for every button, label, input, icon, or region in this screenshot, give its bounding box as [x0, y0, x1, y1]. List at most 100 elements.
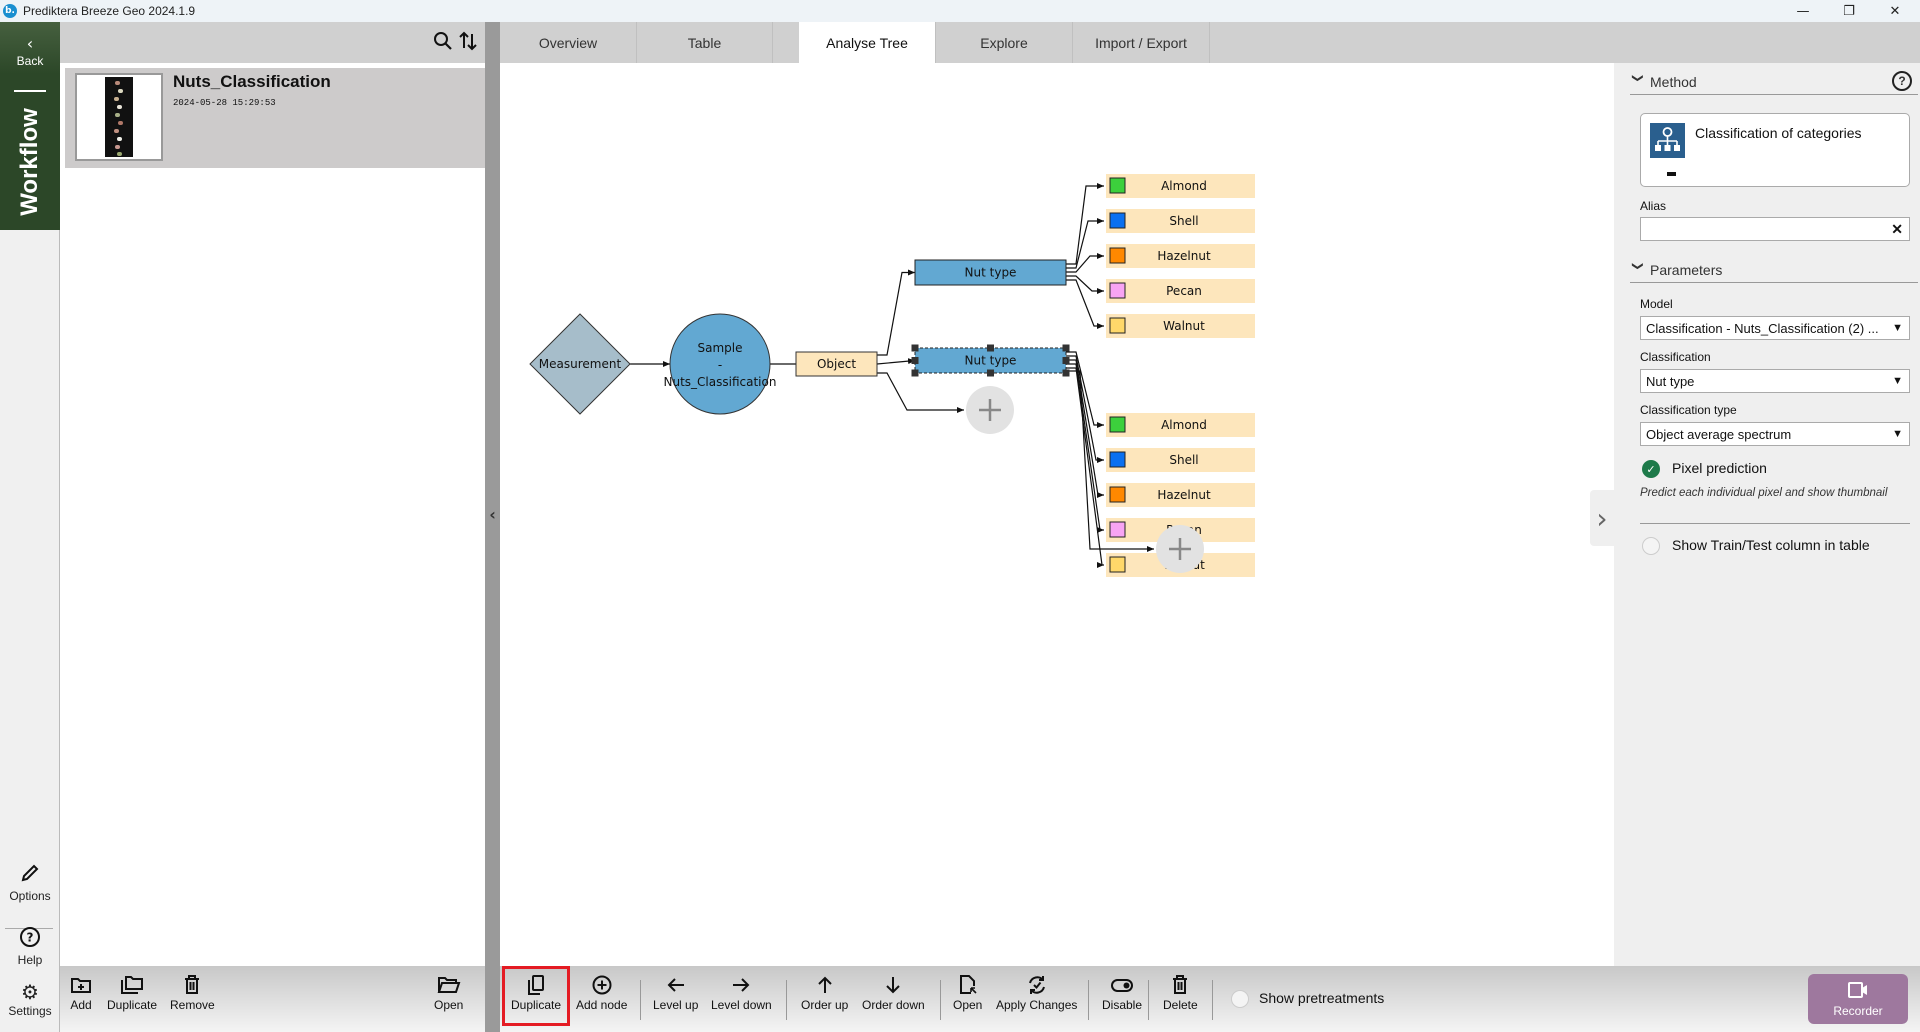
- parameters-section-header[interactable]: ❯ Parameters: [1630, 257, 1918, 283]
- classification-type-select[interactable]: Object average spectrum ▼: [1640, 422, 1910, 446]
- method-header-label: Method: [1650, 73, 1697, 90]
- classification-select[interactable]: Nut type ▼: [1640, 369, 1910, 393]
- class-node[interactable]: Almond: [1106, 174, 1255, 198]
- analyse-tree-canvas[interactable]: Measurement Sample - Nuts_Classification Obj…: [500, 63, 1614, 966]
- open-project-button[interactable]: Open: [434, 974, 463, 1012]
- back-button[interactable]: ‹ Back: [0, 34, 60, 69]
- add-node-placeholder[interactable]: [966, 386, 1014, 434]
- duplicate-folder-icon: [107, 974, 157, 998]
- sample-label-line: Sample: [698, 341, 743, 355]
- resize-handle[interactable]: [1062, 369, 1070, 377]
- add-node-placeholder[interactable]: [1156, 525, 1204, 573]
- show-train-test-toggle[interactable]: [1642, 537, 1660, 555]
- class-node[interactable]: Almond: [1106, 413, 1255, 437]
- order-up-button[interactable]: Order up: [801, 974, 848, 1012]
- resize-handle[interactable]: [911, 369, 919, 377]
- method-card[interactable]: Classification of categories: [1640, 113, 1910, 187]
- toggle-icon: [1102, 974, 1142, 998]
- help-icon[interactable]: ?: [1892, 71, 1912, 91]
- clear-icon[interactable]: ✕: [1891, 221, 1903, 238]
- alias-input[interactable]: ✕: [1640, 217, 1910, 241]
- class-label: Hazelnut: [1157, 488, 1211, 502]
- apply-changes-button[interactable]: Apply Changes: [996, 974, 1077, 1012]
- class-color-swatch: [1109, 451, 1126, 468]
- search-icon[interactable]: [432, 30, 454, 52]
- class-color-swatch: [1109, 282, 1126, 299]
- add-project-button[interactable]: Add: [70, 974, 92, 1012]
- resize-handle[interactable]: [1062, 344, 1070, 352]
- class-node[interactable]: Shell: [1106, 209, 1255, 233]
- measurement-node[interactable]: Measurement: [529, 313, 631, 415]
- settings-label: Settings: [8, 1004, 52, 1018]
- project-list-item[interactable]: Nuts_Classification 2024-05-28 15:29:53: [65, 68, 485, 168]
- level-down-button[interactable]: Level down: [711, 974, 772, 1012]
- pixel-prediction-checkbox[interactable]: ✓: [1642, 460, 1660, 478]
- class-node[interactable]: Walnut: [1106, 314, 1255, 338]
- resize-handle[interactable]: [987, 344, 994, 352]
- help-button[interactable]: ? Help: [0, 926, 60, 967]
- collapse-left-icon[interactable]: ‹: [485, 505, 500, 525]
- classification-label: Classification: [1640, 350, 1711, 364]
- classifier-label: Nut type: [965, 266, 1017, 280]
- class-node[interactable]: Pecan: [1106, 279, 1255, 303]
- dropdown-arrow-icon: ▼: [1892, 322, 1903, 334]
- classifier-node[interactable]: Nut type: [914, 259, 1067, 286]
- duplicate-project-button[interactable]: Duplicate: [107, 974, 157, 1012]
- workflow-text: Workflow: [16, 108, 43, 216]
- tab-analyse-tree[interactable]: Analyse Tree: [799, 22, 936, 63]
- duplicate-node-button[interactable]: Duplicate: [511, 974, 561, 1012]
- chevron-left-icon: ‹: [26, 34, 34, 53]
- delete-node-button[interactable]: Delete: [1163, 974, 1198, 1012]
- tab-explore[interactable]: Explore: [936, 22, 1073, 63]
- resize-handle[interactable]: [911, 344, 919, 352]
- class-color-swatch: [1109, 556, 1126, 573]
- level-up-button[interactable]: Level up: [653, 974, 698, 1012]
- class-node[interactable]: Hazelnut: [1106, 244, 1255, 268]
- class-color-swatch: [1109, 247, 1126, 264]
- object-node[interactable]: Object: [795, 351, 878, 377]
- arrow-right-icon: [711, 974, 772, 998]
- show-pretreatments-toggle[interactable]: [1231, 990, 1249, 1008]
- resize-handle[interactable]: [987, 369, 994, 377]
- settings-button[interactable]: ⚙ Settings: [0, 982, 60, 1018]
- delete-label: Delete: [1163, 998, 1198, 1012]
- expand-right-icon[interactable]: ›: [1590, 490, 1614, 546]
- sample-label-line: -: [718, 358, 722, 372]
- sync-check-icon: [996, 974, 1077, 998]
- classification-type-value: Object average spectrum: [1646, 426, 1792, 442]
- window-title: Prediktera Breeze Geo 2024.1.9: [23, 4, 196, 18]
- restore-button[interactable]: ❐: [1826, 0, 1872, 22]
- open-node-button[interactable]: Open: [953, 974, 982, 1012]
- sample-node[interactable]: Sample - Nuts_Classification: [664, 313, 777, 415]
- classifier-node-selected[interactable]: Nut type: [911, 344, 1070, 377]
- project-name: Nuts_Classification: [173, 72, 331, 91]
- minimize-button[interactable]: —: [1780, 0, 1826, 22]
- workflow-section-label: Workflow: [0, 102, 60, 222]
- class-node[interactable]: Shell: [1106, 448, 1255, 472]
- tab-table[interactable]: Table: [637, 22, 773, 63]
- remove-project-button[interactable]: Remove: [170, 974, 215, 1012]
- add-node-button[interactable]: Add node: [576, 974, 627, 1012]
- sort-icon[interactable]: [457, 30, 479, 52]
- class-label: Pecan: [1166, 284, 1202, 298]
- order-down-button[interactable]: Order down: [862, 974, 925, 1012]
- resize-handle[interactable]: [911, 357, 919, 364]
- edge-classifier-class: [1066, 183, 1104, 265]
- disable-node-button[interactable]: Disable: [1102, 974, 1142, 1012]
- panel-splitter[interactable]: [485, 22, 500, 1032]
- tab-overview[interactable]: Overview: [500, 22, 637, 63]
- resize-handle[interactable]: [1062, 357, 1070, 364]
- trash-icon: [170, 974, 215, 998]
- folder-open-icon: [434, 974, 463, 998]
- options-button[interactable]: Options: [0, 862, 60, 903]
- title-bar: b. Prediktera Breeze Geo 2024.1.9 — ❐ ✕: [0, 0, 1920, 22]
- method-section-header[interactable]: ❯ Method ?: [1630, 69, 1918, 95]
- model-select[interactable]: Classification - Nuts_Classification (2)…: [1640, 316, 1910, 340]
- arrow-down-icon: [862, 974, 925, 998]
- class-node[interactable]: Hazelnut: [1106, 483, 1255, 507]
- pixel-prediction-label: Pixel prediction: [1672, 460, 1767, 476]
- recorder-label: Recorder: [1833, 1004, 1883, 1018]
- recorder-button[interactable]: Recorder: [1808, 974, 1908, 1024]
- close-window-button[interactable]: ✕: [1872, 0, 1918, 22]
- tab-import-export[interactable]: Import / Export: [1073, 22, 1210, 63]
